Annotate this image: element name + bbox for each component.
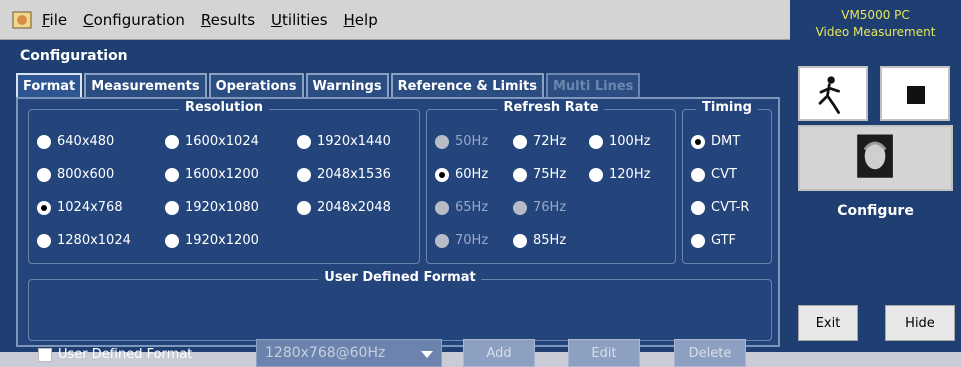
user-defined-format-dropdown: 1280x768@60Hz	[256, 339, 442, 367]
configure-label: Configure	[837, 203, 914, 219]
radio-1920x1200[interactable]: 1920x1200	[165, 233, 259, 248]
radio-dot-icon	[297, 167, 311, 182]
radio-1280x1024[interactable]: 1280x1024	[37, 233, 131, 248]
radio-1600x1200[interactable]: 1600x1200	[165, 167, 259, 182]
resolution-label: Resolution	[178, 100, 270, 115]
timing-label: Timing	[696, 100, 758, 115]
tab-format[interactable]: Format	[16, 73, 83, 97]
hide-button[interactable]: Hide	[885, 305, 955, 341]
face-icon	[857, 134, 893, 178]
radio-dot-icon	[435, 134, 449, 149]
app-logo-icon	[12, 11, 32, 28]
section-title: Configuration	[20, 48, 128, 64]
radio-cvt-r[interactable]: CVT-R	[691, 200, 749, 215]
tab-measurements[interactable]: Measurements	[84, 73, 207, 97]
radio-dot-icon	[297, 200, 311, 215]
radio-dot-icon	[165, 233, 179, 248]
radio-85hz[interactable]: 85Hz	[513, 233, 566, 248]
radio-60hz[interactable]: 60Hz	[435, 167, 488, 182]
radio-dot-icon	[691, 134, 705, 149]
delete-button: Delete	[674, 339, 746, 367]
stop-tile[interactable]	[880, 66, 950, 121]
tab-warnings[interactable]: Warnings	[305, 73, 389, 97]
radio-2048x2048[interactable]: 2048x2048	[297, 200, 391, 215]
tab-multi-lines: Multi Lines	[545, 73, 641, 97]
user-defined-format-checkbox[interactable]: User Defined Format	[38, 347, 192, 362]
radio-dot-icon	[691, 200, 705, 215]
menu-configuration[interactable]: Configuration	[83, 11, 185, 29]
radio-1024x768[interactable]: 1024x768	[37, 200, 123, 215]
menu-results[interactable]: Results	[201, 11, 255, 29]
menu-bar: File Configuration Results Utilities Hel…	[0, 0, 790, 40]
radio-65hz: 65Hz	[435, 200, 488, 215]
configuration-panel: Configuration Format Measurements Operat…	[0, 40, 790, 367]
radio-dot-icon	[37, 134, 51, 149]
radio-dmt[interactable]: DMT	[691, 134, 740, 149]
app-window: File Configuration Results Utilities Hel…	[0, 0, 961, 367]
radio-dot-icon	[513, 167, 527, 182]
radio-75hz[interactable]: 75Hz	[513, 167, 566, 182]
radio-72hz[interactable]: 72Hz	[513, 134, 566, 149]
radio-1920x1440[interactable]: 1920x1440	[297, 134, 391, 149]
brand-title-line1: VM5000 PC	[841, 8, 910, 22]
menu-help[interactable]: Help	[344, 11, 378, 29]
tab-bar: Format Measurements Operations Warnings …	[16, 73, 642, 97]
radio-dot-icon	[513, 134, 527, 149]
radio-70hz: 70Hz	[435, 233, 488, 248]
run-tile[interactable]	[798, 66, 868, 121]
radio-1920x1080[interactable]: 1920x1080	[165, 200, 259, 215]
tab-operations[interactable]: Operations	[208, 73, 304, 97]
refresh-rate-label: Refresh Rate	[497, 100, 605, 115]
user-defined-format-group: User Defined Format	[28, 270, 772, 341]
resolution-group: Resolution 640x480 1600x1024 1920x1440 8…	[28, 100, 420, 264]
radio-2048x1536[interactable]: 2048x1536	[297, 167, 391, 182]
refresh-rate-group: Refresh Rate 50Hz 72Hz 100Hz 60Hz 75Hz 1…	[426, 100, 676, 264]
edit-button: Edit	[568, 339, 640, 367]
checkbox-box-icon	[38, 347, 52, 362]
right-panel: VM5000 PC Video Measurement Configure Ex…	[790, 0, 961, 352]
radio-dot-icon	[513, 200, 527, 215]
radio-120hz[interactable]: 120Hz	[589, 167, 650, 182]
menu-utilities[interactable]: Utilities	[271, 11, 327, 29]
radio-dot-icon	[37, 233, 51, 248]
radio-dot-icon	[297, 134, 311, 149]
radio-dot-icon	[435, 167, 449, 182]
chevron-down-icon	[421, 351, 433, 358]
radio-50hz: 50Hz	[435, 134, 488, 149]
menu-file[interactable]: File	[42, 11, 67, 29]
radio-cvt[interactable]: CVT	[691, 167, 737, 182]
radio-dot-icon	[165, 167, 179, 182]
format-tab-content: Resolution 640x480 1600x1024 1920x1440 8…	[16, 97, 780, 367]
timing-group: Timing DMT CVT CVT-R GTF	[682, 100, 772, 264]
radio-dot-icon	[165, 200, 179, 215]
radio-dot-icon	[513, 233, 527, 248]
user-defined-format-label: User Defined Format	[318, 270, 482, 285]
radio-dot-icon	[691, 167, 705, 182]
brand-title-line2: Video Measurement	[815, 25, 936, 39]
radio-dot-icon	[589, 134, 603, 149]
radio-76hz: 76Hz	[513, 200, 566, 215]
running-man-icon	[818, 76, 840, 114]
radio-dot-icon	[435, 233, 449, 248]
radio-640x480[interactable]: 640x480	[37, 134, 114, 149]
radio-800x600[interactable]: 800x600	[37, 167, 114, 182]
radio-gtf[interactable]: GTF	[691, 233, 736, 248]
configure-tile[interactable]	[798, 125, 953, 191]
radio-dot-icon	[37, 167, 51, 182]
radio-dot-icon	[165, 134, 179, 149]
radio-dot-icon	[435, 200, 449, 215]
radio-100hz[interactable]: 100Hz	[589, 134, 650, 149]
radio-1600x1024[interactable]: 1600x1024	[165, 134, 259, 149]
exit-button[interactable]: Exit	[798, 305, 858, 341]
radio-dot-icon	[589, 167, 603, 182]
tab-reference-limits[interactable]: Reference & Limits	[390, 73, 544, 97]
radio-dot-icon	[691, 233, 705, 248]
stop-square-icon	[907, 86, 925, 104]
radio-dot-icon	[37, 200, 51, 215]
add-button: Add	[463, 339, 535, 367]
